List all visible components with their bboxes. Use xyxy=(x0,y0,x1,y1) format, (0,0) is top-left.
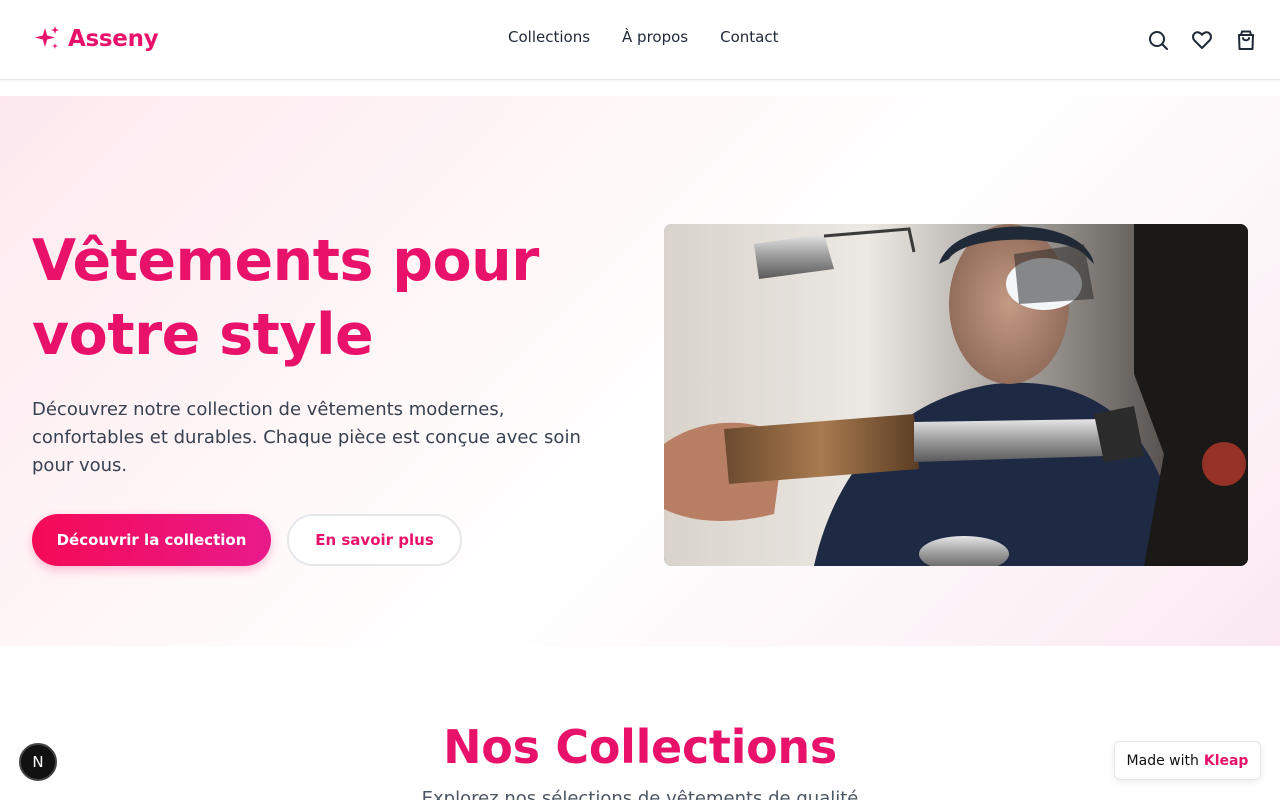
discover-collection-button[interactable]: Découvrir la collection xyxy=(32,514,271,566)
main-nav: Collections À propos Contact xyxy=(508,28,778,46)
sparkles-icon xyxy=(35,26,59,49)
hero-title: Vêtements pour votre style xyxy=(32,228,539,368)
site-header: Asseny Collections À propos Contact xyxy=(0,0,1280,80)
hero-section: Vêtements pour votre style Découvrez not… xyxy=(0,96,1280,646)
badge-letter: N xyxy=(32,753,44,771)
collections-subtitle: Explorez nos sélections de vêtements de … xyxy=(421,788,859,800)
learn-more-button[interactable]: En savoir plus xyxy=(287,514,462,566)
nav-contact[interactable]: Contact xyxy=(720,28,778,46)
brand-name: Asseny xyxy=(68,26,159,52)
kleap-brand: Kleap xyxy=(1203,752,1249,769)
made-with-label: Made with xyxy=(1126,752,1199,769)
brand-logo[interactable]: Asseny xyxy=(32,24,159,54)
nav-collections[interactable]: Collections xyxy=(508,28,590,46)
nav-about[interactable]: À propos xyxy=(622,28,688,46)
hero-description: Découvrez notre collection de vêtements … xyxy=(32,399,581,476)
made-with-kleap-badge[interactable]: Made with Kleap xyxy=(1114,741,1261,780)
search-icon[interactable] xyxy=(1146,28,1170,52)
heart-icon[interactable] xyxy=(1190,28,1214,52)
hero-image xyxy=(664,224,1248,566)
collections-title: Nos Collections xyxy=(443,720,837,774)
n-badge-button[interactable]: N xyxy=(19,743,57,781)
header-actions xyxy=(1146,28,1258,52)
shopping-bag-icon[interactable] xyxy=(1234,28,1258,52)
